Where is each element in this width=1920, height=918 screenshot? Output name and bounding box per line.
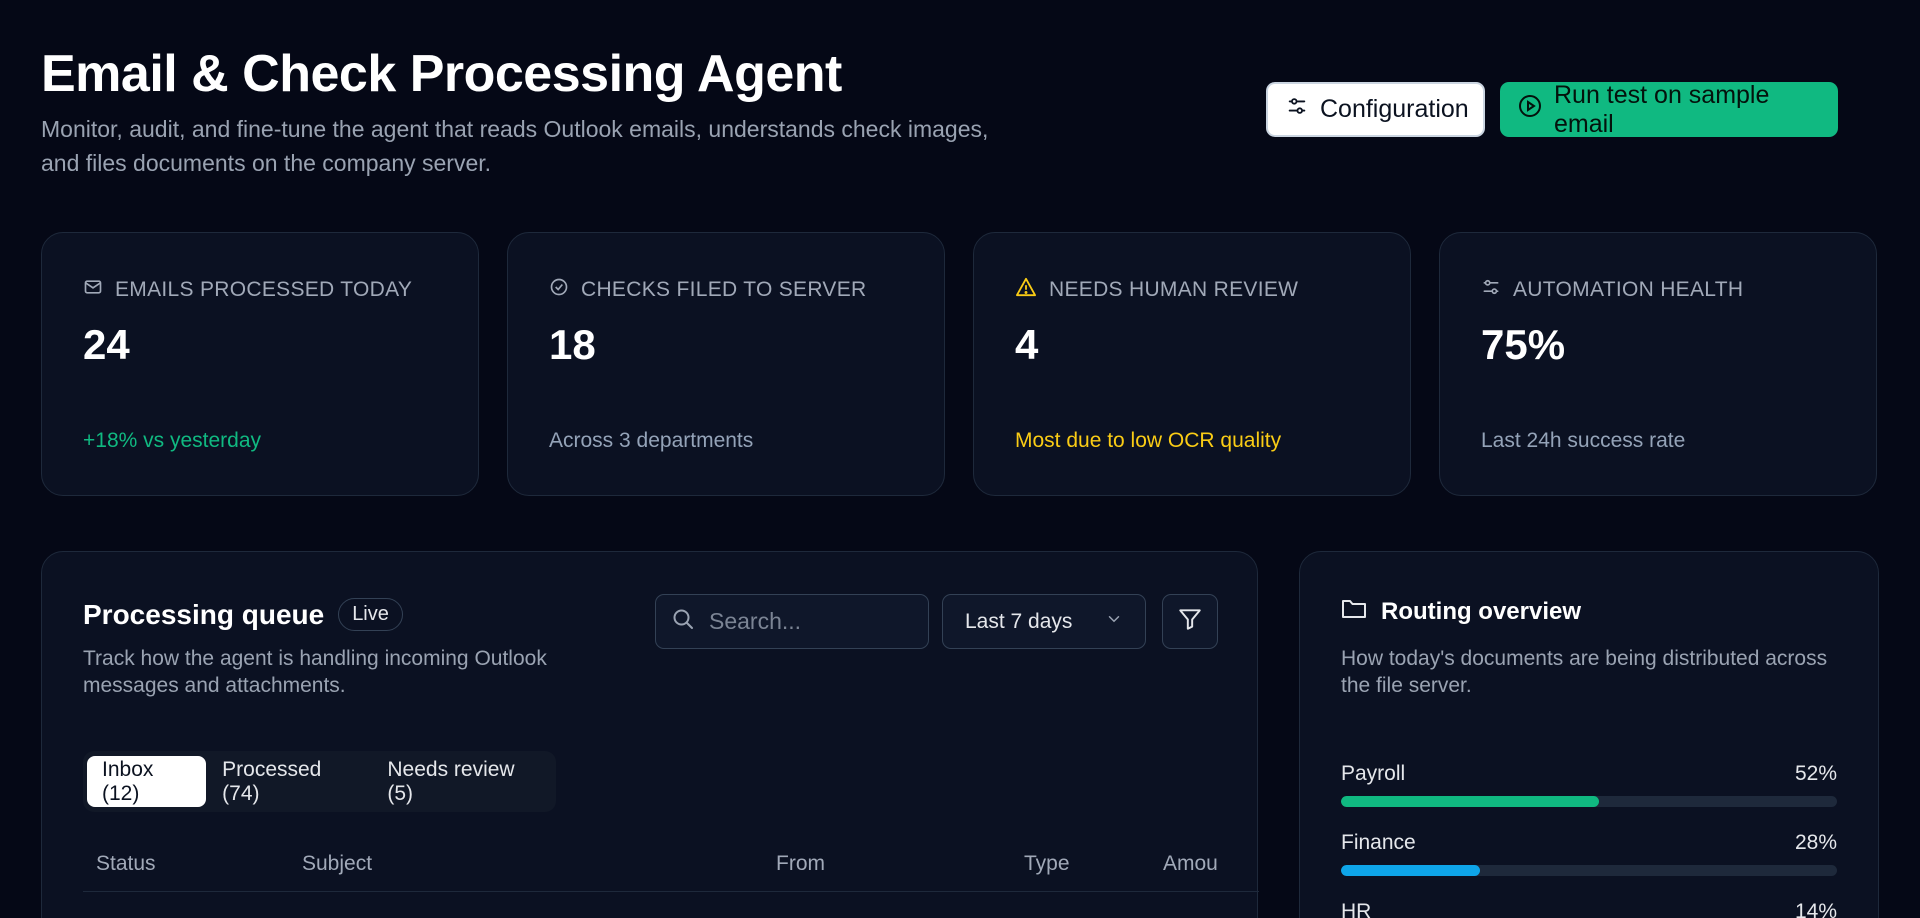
route-percent: 28% — [1794, 831, 1837, 854]
stat-card-emails: EMAILS PROCESSED TODAY 24 +18% vs yester… — [41, 232, 479, 496]
filter-icon — [1177, 606, 1203, 637]
stat-label: AUTOMATION HEALTH — [1513, 278, 1744, 301]
stat-note: Across 3 departments — [549, 429, 754, 452]
route-progress-track — [1341, 796, 1837, 807]
filter-button[interactable] — [1162, 594, 1218, 649]
stat-card-review: NEEDS HUMAN REVIEW 4 Most due to low OCR… — [973, 232, 1411, 496]
stat-note: +18% vs yesterday — [83, 429, 262, 452]
route-percent: 52% — [1794, 762, 1837, 785]
column-from[interactable]: From — [776, 852, 825, 876]
route-progress-track — [1341, 865, 1837, 876]
warning-icon — [1015, 277, 1037, 303]
column-amount[interactable]: Amou — [1163, 852, 1218, 876]
route-name: HR — [1341, 900, 1372, 918]
route-name: Payroll — [1341, 762, 1406, 785]
header-actions: Configuration Run test on sample email — [1266, 80, 1838, 138]
route-row-hr: HR 14% — [1341, 900, 1837, 918]
folder-icon — [1341, 596, 1367, 627]
tab-inbox[interactable]: Inbox (12) — [87, 756, 207, 807]
route-row-payroll: Payroll 52% — [1341, 762, 1837, 807]
routing-overview-panel: Routing overview How today's documents a… — [1299, 551, 1879, 918]
stat-card-health: AUTOMATION HEALTH 75% Last 24h success r… — [1439, 232, 1877, 496]
sliders-icon — [1481, 277, 1501, 303]
check-circle-icon — [549, 277, 569, 303]
search-input[interactable] — [709, 608, 909, 635]
queue-tabs: Inbox (12) Processed (74) Needs review (… — [83, 751, 556, 812]
stat-value: 18 — [549, 321, 596, 368]
tab-needs-review[interactable]: Needs review (5) — [372, 756, 552, 807]
sliders-icon — [1286, 95, 1308, 124]
date-range-value: Last 7 days — [965, 609, 1073, 633]
route-percent: 14% — [1794, 900, 1837, 918]
run-test-button[interactable]: Run test on sample email — [1500, 80, 1838, 138]
stat-label: EMAILS PROCESSED TODAY — [115, 278, 413, 301]
chevron-down-icon — [1105, 610, 1123, 634]
processing-queue-panel: Processing queue Live Track how the agen… — [41, 551, 1259, 918]
page-subtitle: Monitor, audit, and fine-tune the agent … — [41, 116, 989, 176]
live-badge: Live — [338, 598, 403, 631]
routing-title: Routing overview — [1381, 597, 1582, 625]
route-progress-fill — [1341, 865, 1480, 876]
route-progress-fill — [1341, 796, 1599, 807]
run-test-label: Run test on sample email — [1554, 80, 1770, 138]
queue-description: Track how the agent is handling incoming… — [83, 647, 547, 697]
play-circle-icon — [1518, 94, 1542, 125]
dashboard-page: Email & Check Processing Agent Monitor, … — [0, 0, 1920, 918]
stat-value: 75% — [1481, 321, 1566, 368]
stat-note: Last 24h success rate — [1481, 429, 1686, 452]
stat-card-checks: CHECKS FILED TO SERVER 18 Across 3 depar… — [507, 232, 945, 496]
search-box — [655, 594, 929, 649]
routing-description: How today's documents are being distribu… — [1341, 647, 1828, 697]
stat-value: 24 — [83, 321, 130, 368]
mail-icon — [83, 277, 103, 303]
date-range-select[interactable]: Last 7 days — [942, 594, 1146, 649]
stat-value: 4 — [1015, 321, 1039, 368]
queue-title: Processing queue — [83, 598, 325, 630]
queue-table-header: Status Subject From Type Amou — [83, 832, 1259, 892]
stat-label: CHECKS FILED TO SERVER — [581, 278, 867, 301]
page-title: Email & Check Processing Agent — [41, 45, 842, 103]
stat-label: NEEDS HUMAN REVIEW — [1049, 278, 1299, 301]
stats-row: EMAILS PROCESSED TODAY 24 +18% vs yester… — [41, 232, 1877, 496]
tab-processed[interactable]: Processed (74) — [207, 756, 371, 807]
configuration-label: Configuration — [1320, 95, 1469, 123]
stat-note: Most due to low OCR quality — [1015, 429, 1282, 452]
column-type[interactable]: Type — [1024, 852, 1070, 876]
column-subject[interactable]: Subject — [302, 852, 372, 876]
page-header: Email & Check Processing Agent Monitor, … — [41, 0, 1879, 232]
configuration-button[interactable]: Configuration — [1266, 82, 1485, 137]
route-row-finance: Finance 28% — [1341, 831, 1837, 876]
column-status[interactable]: Status — [96, 852, 156, 876]
search-icon — [671, 607, 695, 636]
route-name: Finance — [1341, 831, 1416, 854]
